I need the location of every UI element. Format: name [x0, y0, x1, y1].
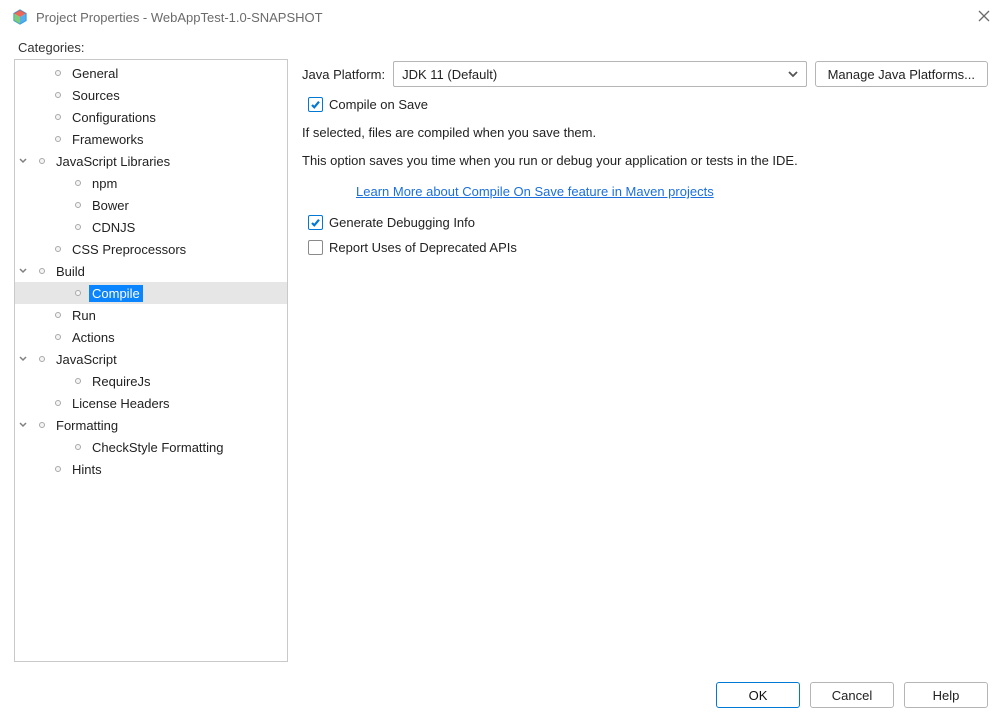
window-title: Project Properties - WebAppTest-1.0-SNAP… [36, 10, 323, 25]
title-bar: Project Properties - WebAppTest-1.0-SNAP… [0, 0, 1002, 34]
generate-debug-info-label: Generate Debugging Info [329, 215, 475, 230]
tree-item-license-headers[interactable]: License Headers [15, 392, 287, 414]
chevron-down-icon[interactable] [15, 421, 31, 429]
tree-item-configurations[interactable]: Configurations [15, 106, 287, 128]
ok-button[interactable]: OK [716, 682, 800, 708]
manage-platforms-label: Manage Java Platforms... [828, 67, 975, 82]
tree-item-css-preprocessors[interactable]: CSS Preprocessors [15, 238, 287, 260]
tree-item-run[interactable]: Run [15, 304, 287, 326]
compile-on-save-checkbox[interactable] [308, 97, 323, 112]
tree-item-checkstyle[interactable]: CheckStyle Formatting [15, 436, 287, 458]
chevron-down-icon [788, 67, 798, 82]
learn-more-link[interactable]: Learn More about Compile On Save feature… [356, 184, 988, 199]
close-icon[interactable] [978, 10, 990, 25]
java-platform-value: JDK 11 (Default) [402, 67, 497, 82]
tree-item-hints[interactable]: Hints [15, 458, 287, 480]
tree-item-js-libraries[interactable]: JavaScript Libraries [15, 150, 287, 172]
tree-item-npm[interactable]: npm [15, 172, 287, 194]
tree-item-actions[interactable]: Actions [15, 326, 287, 348]
report-deprecated-checkbox[interactable] [308, 240, 323, 255]
tree-item-javascript[interactable]: JavaScript [15, 348, 287, 370]
tree-item-sources[interactable]: Sources [15, 84, 287, 106]
java-platform-select[interactable]: JDK 11 (Default) [393, 61, 807, 87]
chevron-down-icon[interactable] [15, 157, 31, 165]
chevron-down-icon[interactable] [15, 355, 31, 363]
tree-item-formatting[interactable]: Formatting [15, 414, 287, 436]
compile-on-save-label: Compile on Save [329, 97, 428, 112]
check-icon [310, 99, 321, 110]
cancel-button[interactable]: Cancel [810, 682, 894, 708]
categories-label: Categories: [18, 40, 988, 55]
compile-on-save-description-1: If selected, files are compiled when you… [302, 122, 988, 144]
tree-item-requirejs[interactable]: RequireJs [15, 370, 287, 392]
tree-item-bower[interactable]: Bower [15, 194, 287, 216]
dialog-button-bar: OK Cancel Help [0, 672, 1002, 720]
compile-settings-panel: Java Platform: JDK 11 (Default) Manage J… [302, 59, 988, 662]
chevron-down-icon[interactable] [15, 267, 31, 275]
compile-on-save-description-2: This option saves you time when you run … [302, 150, 988, 172]
tree-item-general[interactable]: General [15, 62, 287, 84]
app-icon [12, 9, 28, 25]
java-platform-label: Java Platform: [302, 67, 385, 82]
tree-item-frameworks[interactable]: Frameworks [15, 128, 287, 150]
check-icon [310, 217, 321, 228]
tree-item-build[interactable]: Build [15, 260, 287, 282]
report-deprecated-label: Report Uses of Deprecated APIs [329, 240, 517, 255]
help-button[interactable]: Help [904, 682, 988, 708]
tree-item-compile[interactable]: Compile [15, 282, 287, 304]
categories-tree[interactable]: General Sources Configurations Framework… [14, 59, 288, 662]
generate-debug-info-checkbox[interactable] [308, 215, 323, 230]
tree-item-cdnjs[interactable]: CDNJS [15, 216, 287, 238]
manage-platforms-button[interactable]: Manage Java Platforms... [815, 61, 988, 87]
